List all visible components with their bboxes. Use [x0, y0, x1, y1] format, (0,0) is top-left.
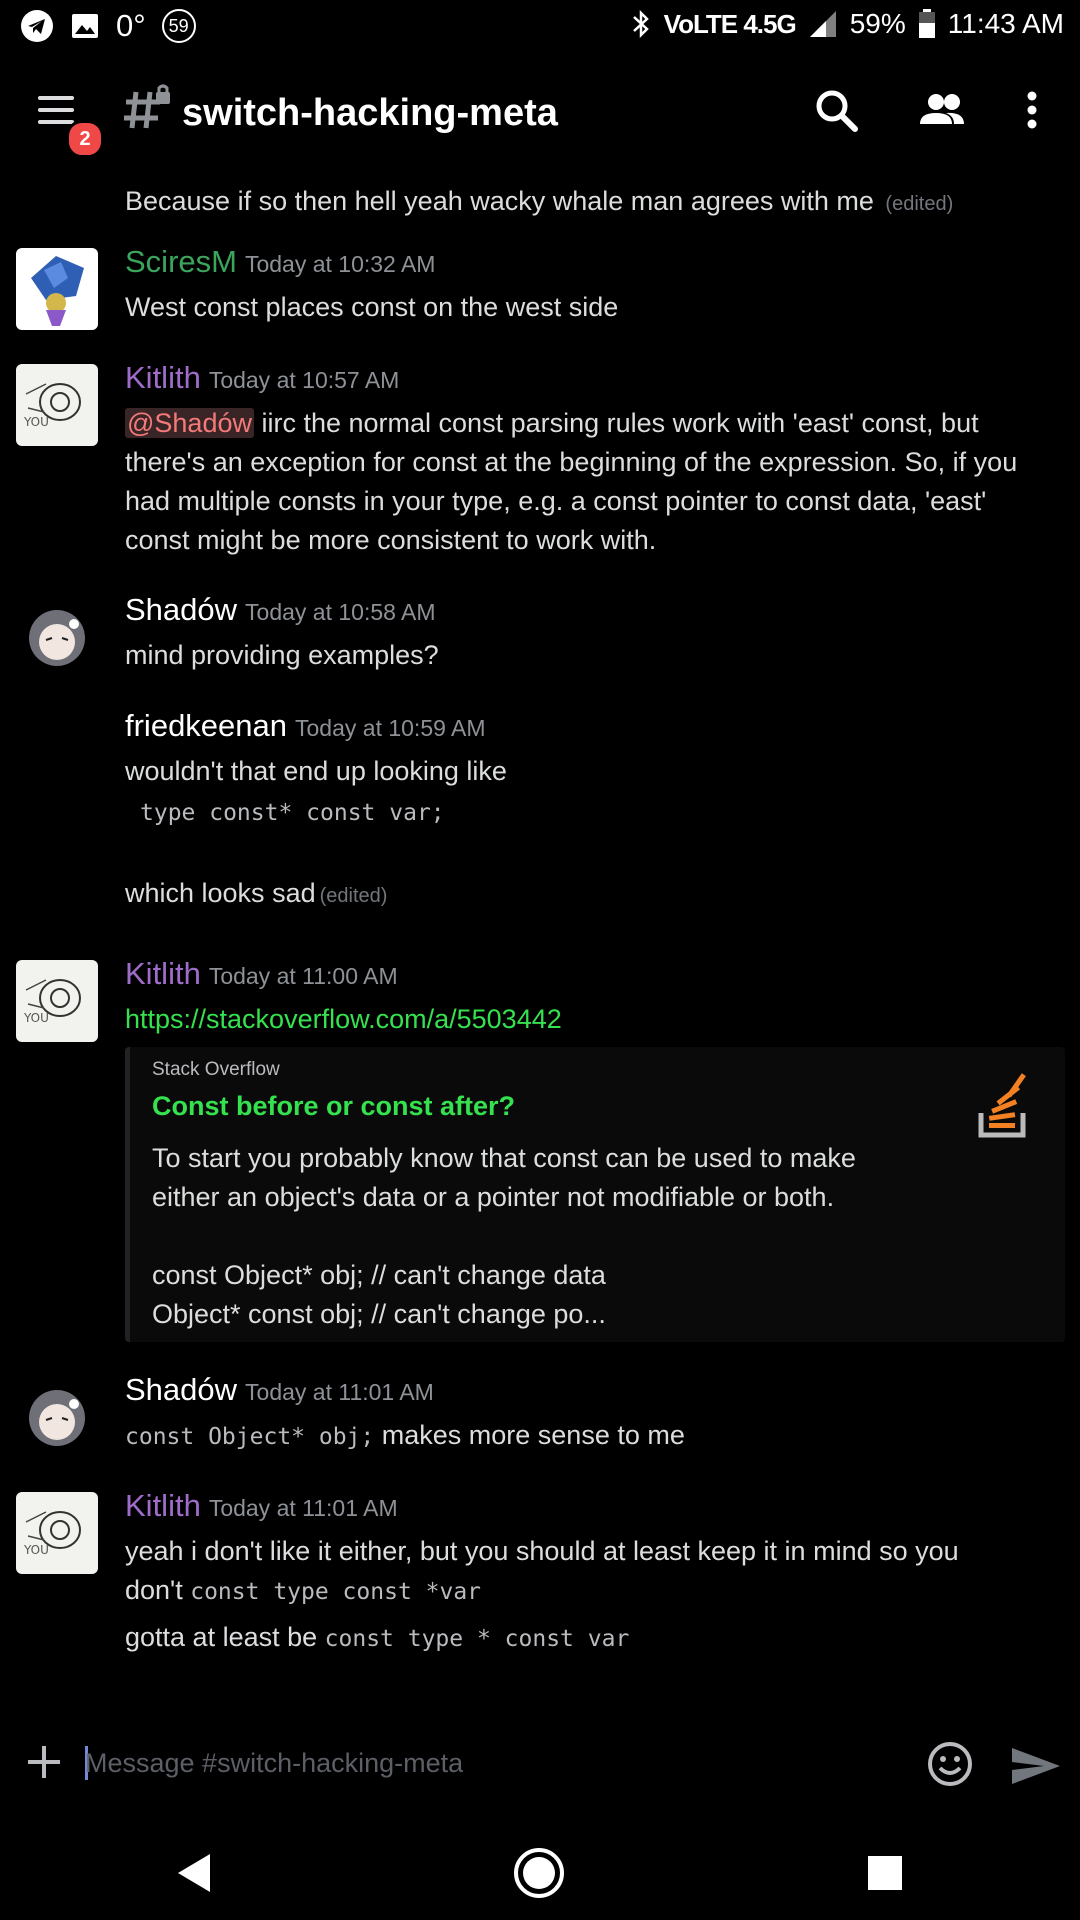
embed-provider[interactable]: Stack Overflow: [152, 1059, 280, 1081]
svg-text:YOU: YOU: [23, 1543, 49, 1557]
signal-icon: [808, 9, 838, 39]
members-icon[interactable]: [916, 86, 968, 134]
avatar[interactable]: YOU: [16, 960, 98, 1042]
message-input[interactable]: [85, 1738, 885, 1788]
emoji-icon[interactable]: [926, 1740, 974, 1788]
username[interactable]: Shadów: [125, 1372, 237, 1407]
temperature: 0°: [116, 8, 146, 43]
message-composer: [0, 1716, 1080, 1826]
channel-toolbar: 2 switch-hacking-meta: [0, 54, 1080, 172]
message-text: const Object* obj; makes more sense to m…: [125, 1420, 685, 1450]
edited-tag: (edited): [319, 885, 388, 907]
gallery-icon: [70, 11, 100, 41]
message-list[interactable]: Because if so then hell yeah wacky whale…: [0, 172, 1080, 1702]
clock: 11:43 AM: [947, 8, 1064, 39]
timestamp: Today at 10:57 AM: [208, 367, 400, 393]
avatar[interactable]: [16, 1376, 98, 1458]
timestamp: Today at 10:58 AM: [245, 599, 436, 625]
locked-channel-hash-icon: [122, 84, 174, 136]
svg-text:YOU: YOU: [23, 1011, 49, 1025]
status-bar: 0° 59 VoLTE 4.5G 59% 11:43 AM: [0, 0, 1080, 54]
timestamp: Today at 11:01 AM: [245, 1379, 434, 1405]
more-options-icon[interactable]: [1008, 86, 1056, 134]
embed-title[interactable]: Const before or const after?: [152, 1091, 515, 1122]
back-icon[interactable]: [168, 1846, 222, 1900]
message-text: West const places const on the west side: [125, 292, 619, 322]
inline-code: const type * const var: [324, 1626, 630, 1652]
inline-code: const type const *var: [190, 1579, 482, 1605]
unread-badge: 2: [66, 120, 104, 158]
notification-count: 59: [168, 15, 189, 36]
user-mention[interactable]: @Shadów: [125, 408, 254, 438]
message-text: wouldn't that end up looking like: [125, 756, 507, 786]
search-icon[interactable]: [812, 86, 860, 134]
timestamp: Today at 10:32 AM: [244, 251, 436, 277]
telegram-icon: [20, 9, 54, 43]
message-text: yeah i don't like it either, but you sho…: [125, 1536, 959, 1652]
avatar[interactable]: YOU: [16, 364, 98, 446]
code-block: type const* const var;: [140, 800, 445, 826]
message-text: @Shadów iirc the normal const parsing ru…: [125, 408, 1018, 555]
message-text: which looks sad (edited): [125, 878, 388, 908]
channel-title: switch-hacking-meta: [182, 92, 558, 134]
timestamp: Today at 10:59 AM: [295, 715, 486, 741]
battery-icon: [918, 9, 936, 39]
avatar[interactable]: YOU: [16, 1492, 98, 1574]
svg-text:YOU: YOU: [23, 415, 49, 429]
network-indicator: VoLTE 4.5G: [663, 8, 797, 39]
username[interactable]: Kitlith: [125, 360, 201, 395]
embed-description: To start you probably know that const ca…: [152, 1143, 856, 1329]
username[interactable]: Kitlith: [125, 1488, 201, 1523]
inline-code: const Object* obj;: [125, 1424, 375, 1450]
link-embed[interactable]: Stack Overflow Const before or const aft…: [125, 1047, 1065, 1342]
avatar[interactable]: [16, 596, 98, 678]
username[interactable]: friedkeenan: [125, 708, 287, 743]
add-attachment-icon[interactable]: [24, 1742, 64, 1782]
navigation-bar: [0, 1826, 1080, 1920]
send-icon[interactable]: [1010, 1744, 1062, 1788]
home-icon[interactable]: [512, 1846, 566, 1900]
username[interactable]: Kitlith: [125, 956, 201, 991]
recents-icon[interactable]: [858, 1846, 912, 1900]
bluetooth-icon: [630, 8, 652, 40]
edited-tag: (edited): [885, 193, 954, 215]
message-text: mind providing examples?: [125, 640, 439, 670]
avatar[interactable]: [16, 248, 98, 330]
timestamp: Today at 11:00 AM: [208, 963, 398, 989]
username[interactable]: SciresM: [125, 244, 237, 279]
battery-percent: 59%: [849, 8, 906, 39]
stackoverflow-logo-icon[interactable]: [975, 1073, 1035, 1143]
notification-count-icon: 59: [161, 9, 196, 43]
username[interactable]: Shadów: [125, 592, 237, 627]
message-continuation: Because if so then hell yeah wacky whale…: [125, 186, 954, 216]
message-link[interactable]: https://stackoverflow.com/a/5503442: [125, 1000, 1044, 1039]
timestamp: Today at 11:01 AM: [208, 1495, 398, 1521]
